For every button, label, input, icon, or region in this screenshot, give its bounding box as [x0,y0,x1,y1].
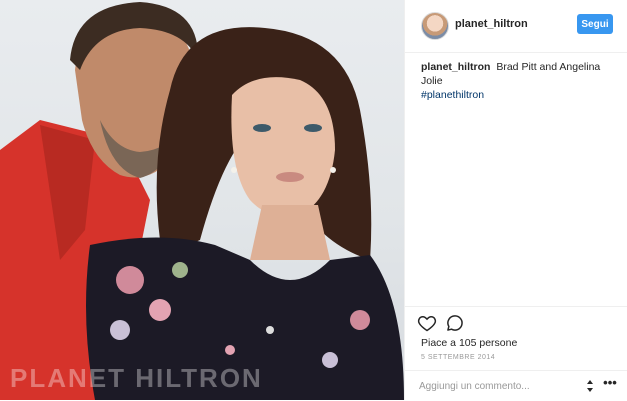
heart-icon[interactable] [417,313,437,333]
add-comment-bar: ••• [405,370,627,401]
header-username[interactable]: planet_hiltron [455,18,528,30]
comment-bubble-icon[interactable] [445,313,465,333]
post-caption: planet_hiltron Brad Pitt and Angelina Jo… [421,60,616,102]
post-photo[interactable]: PLANET HILTRON [0,0,404,400]
post-date: 5 SETTEMBRE 2014 [421,354,496,361]
post-sidebar: planet_hiltron Segui planet_hiltron Brad… [404,0,627,400]
follow-button[interactable]: Segui [577,14,613,34]
caption-hashtag[interactable]: #planethiltron [421,88,616,102]
likes-count[interactable]: Piace a 105 persone [421,337,517,349]
more-options-icon[interactable]: ••• [601,376,619,393]
avatar[interactable] [421,12,449,40]
caption-username[interactable]: planet_hiltron [421,61,490,73]
post-header: planet_hiltron Segui [405,0,627,53]
sort-arrows-icon[interactable] [583,379,597,393]
photo-illustration [0,2,404,400]
comment-input[interactable] [419,378,569,394]
actions-bar: Piace a 105 persone 5 SETTEMBRE 2014 ••• [405,306,627,401]
photo-watermark: PLANET HILTRON [10,363,263,393]
instagram-post-modal: PLANET HILTRON planet_hiltron Segui plan… [0,0,627,400]
